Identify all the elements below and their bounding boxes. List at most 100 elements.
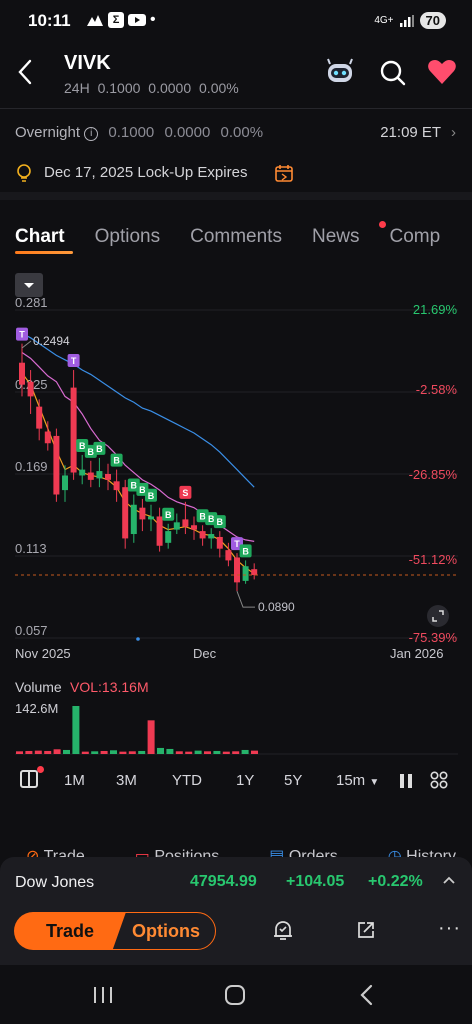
calendar-icon[interactable]: [274, 163, 294, 183]
volume-bar: [119, 751, 127, 754]
candle-body: [216, 536, 223, 549]
tab-news[interactable]: News: [312, 226, 360, 248]
divider: [0, 108, 472, 109]
x-tick-label: Nov 2025: [15, 646, 71, 661]
news-badge-dot: [379, 221, 386, 228]
volume-bar: [53, 749, 61, 754]
range-3m[interactable]: 3M: [116, 772, 137, 789]
battery-indicator: 70: [419, 12, 446, 29]
tab-chart[interactable]: Chart: [15, 226, 73, 254]
volume-bar: [110, 750, 117, 754]
candle-body: [96, 471, 103, 479]
volume-bar: [251, 750, 258, 754]
grid-icon[interactable]: [430, 771, 448, 789]
candle-body: [191, 525, 197, 530]
candle-body: [122, 487, 129, 539]
section-separator: [0, 192, 472, 200]
candle-body: [44, 431, 51, 444]
tab-comp[interactable]: Comp: [389, 226, 440, 248]
home-icon[interactable]: [224, 984, 246, 1006]
lockup-notice[interactable]: Dec 17, 2025 Lock-Up Expires: [44, 164, 247, 181]
volume-bar: [100, 750, 108, 754]
price-chart[interactable]: 0.2810.2250.1690.1130.05721.69%-2.58%-26…: [0, 296, 472, 766]
candle-body: [182, 519, 189, 527]
pct-tick-label: -75.39%: [409, 630, 458, 645]
volume-bar: [81, 751, 89, 754]
range-ytd[interactable]: YTD: [172, 772, 202, 789]
volume-bar: [147, 720, 155, 754]
volume-bar: [166, 748, 174, 754]
range-15m[interactable]: 15m ▼: [336, 772, 379, 789]
favorite-heart-icon[interactable]: [426, 56, 458, 88]
event-dot: [136, 637, 140, 641]
candle-body: [70, 387, 77, 473]
signal-label: B: [113, 456, 120, 466]
share-icon[interactable]: [355, 919, 377, 941]
candle-body: [234, 557, 240, 583]
chart-type-dropdown[interactable]: [15, 273, 43, 297]
robot-assistant-icon[interactable]: [324, 56, 356, 88]
tab-options[interactable]: Options: [95, 226, 160, 248]
x-tick-label: Jan 2026: [390, 646, 444, 661]
candle-settings-icon[interactable]: [398, 772, 414, 790]
session-label: 24H: [64, 80, 90, 96]
action-bar: Options Trade ···: [0, 907, 472, 965]
overnight-label: Overnight: [15, 124, 81, 141]
volume-bar: [222, 751, 230, 754]
candle-body: [165, 531, 172, 543]
low-marker-leader: [236, 590, 255, 608]
overnight-row: Overnight i 0.1000 0.0000 0.00%: [15, 124, 263, 141]
volume-bar: [138, 750, 146, 754]
pct-tick-label: -51.12%: [409, 552, 458, 567]
sigma-icon: Σ: [108, 12, 124, 28]
signal-label: B: [96, 444, 103, 454]
candle-body: [130, 504, 137, 535]
overnight-price: 0.1000: [108, 124, 155, 141]
pct-tick-label: -2.58%: [416, 382, 458, 397]
volume-bar: [128, 751, 136, 754]
signal-label: S: [182, 488, 188, 498]
detail-tabs: Chart Options Comments News Comp: [15, 226, 440, 254]
index-name: Dow Jones: [15, 874, 95, 891]
caret-down-icon: ▼: [369, 777, 380, 788]
volume-bar: [241, 749, 249, 754]
candle-body: [105, 474, 111, 480]
session-price: 0.1000: [97, 80, 141, 96]
signal-label: T: [19, 330, 25, 340]
overnight-time[interactable]: 21:09 ET ›: [380, 124, 456, 141]
chevron-up-icon[interactable]: [442, 875, 456, 885]
signal-label: B: [165, 510, 172, 520]
recent-apps-icon[interactable]: [92, 985, 114, 1005]
volume-bar: [44, 750, 52, 754]
candle-body: [113, 481, 120, 491]
volume-label: Volume: [15, 679, 62, 695]
system-nav-bar: [0, 965, 472, 1024]
nav-back-icon[interactable]: [358, 984, 376, 1006]
extended-quote: 24H 0.1000 0.0000 0.00%: [64, 80, 243, 96]
lightbulb-icon: [17, 164, 31, 182]
index-change: +104.05: [286, 873, 345, 890]
candle-body: [225, 550, 232, 561]
candle-body: [199, 531, 206, 539]
chart-layout-icon[interactable]: [20, 770, 38, 788]
dot-icon: •: [150, 11, 156, 28]
tab-comments[interactable]: Comments: [190, 226, 282, 248]
volume-bar: [194, 750, 202, 754]
index-ticker-bar[interactable]: Dow Jones 47954.99 +104.05 +0.22%: [0, 857, 472, 907]
y-tick-label: 0.169: [15, 459, 48, 474]
range-1m[interactable]: 1M: [64, 772, 85, 789]
volume-bar: [91, 751, 99, 754]
search-icon[interactable]: [376, 56, 408, 88]
back-arrow-icon[interactable]: [14, 58, 38, 86]
range-5y[interactable]: 5Y: [284, 772, 302, 789]
signal-icon: [399, 14, 414, 27]
more-icon[interactable]: ···: [438, 917, 461, 940]
price-alert-icon[interactable]: [272, 919, 294, 943]
volume-bar: [213, 750, 221, 754]
trade-button[interactable]: Trade: [14, 912, 126, 950]
candle-body: [173, 522, 180, 530]
candle-body: [19, 362, 25, 385]
index-price: 47954.99: [190, 873, 257, 890]
range-1y[interactable]: 1Y: [236, 772, 254, 789]
volume-bar: [34, 750, 42, 754]
